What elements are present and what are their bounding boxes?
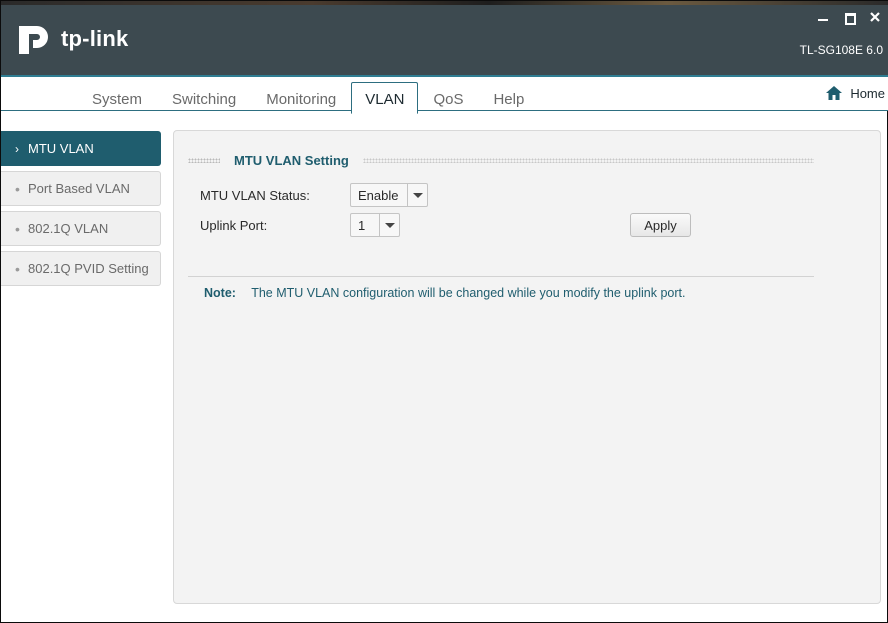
sidebar-item-label: Port Based VLAN bbox=[28, 181, 130, 196]
tab-vlan[interactable]: VLAN bbox=[351, 82, 419, 114]
chevron-right-icon: › bbox=[15, 141, 19, 156]
tab-switching[interactable]: Switching bbox=[157, 82, 251, 113]
chevron-down-icon[interactable] bbox=[379, 214, 399, 236]
sidebar-item-8021q-pvid-setting[interactable]: • 802.1Q PVID Setting bbox=[1, 251, 161, 286]
select-value: 1 bbox=[358, 217, 366, 233]
side-nav: › MTU VLAN • Port Based VLAN • 802.1Q VL… bbox=[1, 131, 161, 291]
main-tabs: System Switching Monitoring VLAN QoS Hel… bbox=[77, 82, 539, 114]
dotted-rule bbox=[188, 157, 220, 163]
sidebar-item-label: 802.1Q VLAN bbox=[28, 221, 109, 236]
note: Note: The MTU VLAN configuration will be… bbox=[204, 286, 685, 300]
sidebar-item-port-based-vlan[interactable]: • Port Based VLAN bbox=[1, 171, 161, 206]
window-controls bbox=[817, 11, 881, 25]
maximize-icon[interactable] bbox=[843, 11, 856, 25]
sidebar-item-8021q-vlan[interactable]: • 802.1Q VLAN bbox=[1, 211, 161, 246]
bullet-icon: • bbox=[15, 180, 20, 197]
mtu-vlan-status-label: MTU VLAN Status: bbox=[200, 188, 310, 203]
select-value: Enable bbox=[358, 187, 399, 203]
mtu-vlan-status-select[interactable]: Enable bbox=[350, 183, 428, 207]
main-menu-bar: System Switching Monitoring VLAN QoS Hel… bbox=[1, 75, 888, 114]
tab-system[interactable]: System bbox=[77, 82, 157, 113]
home-icon bbox=[826, 86, 843, 100]
app-window: tp-link TL-SG108E 6.0 System Switching M… bbox=[0, 0, 888, 623]
section-title: MTU VLAN Setting bbox=[234, 152, 349, 168]
close-icon[interactable] bbox=[869, 11, 881, 23]
tab-help[interactable]: Help bbox=[478, 82, 539, 113]
note-text: The MTU VLAN configuration will be chang… bbox=[251, 286, 686, 300]
home-button[interactable]: Home bbox=[825, 85, 885, 101]
brand-name: tp-link bbox=[61, 26, 129, 51]
section-header: MTU VLAN Setting bbox=[188, 152, 814, 168]
background-strip bbox=[1, 1, 888, 5]
sidebar-item-label: MTU VLAN bbox=[28, 141, 94, 156]
sidebar-item-mtu-vlan[interactable]: › MTU VLAN bbox=[1, 131, 161, 166]
apply-button[interactable]: Apply bbox=[630, 213, 691, 237]
divider bbox=[188, 276, 814, 277]
title-bar: tp-link TL-SG108E 6.0 bbox=[1, 1, 888, 75]
sidebar-item-label: 802.1Q PVID Setting bbox=[28, 261, 149, 276]
bullet-icon: • bbox=[15, 260, 20, 277]
tab-monitoring[interactable]: Monitoring bbox=[251, 82, 351, 113]
tab-qos[interactable]: QoS bbox=[418, 82, 478, 113]
content-panel: MTU VLAN Setting MTU VLAN Status: Enable… bbox=[173, 130, 881, 604]
chevron-down-icon[interactable] bbox=[407, 184, 427, 206]
note-label: Note: bbox=[204, 286, 236, 300]
uplink-port-label: Uplink Port: bbox=[200, 218, 268, 233]
tp-link-logo: tp-link bbox=[13, 17, 128, 61]
uplink-port-select[interactable]: 1 bbox=[350, 213, 400, 237]
tp-link-logo-icon bbox=[19, 26, 48, 54]
model-label: TL-SG108E 6.0 bbox=[799, 43, 883, 57]
home-label: Home bbox=[850, 85, 885, 101]
dotted-rule bbox=[362, 157, 814, 163]
minimize-icon[interactable] bbox=[817, 11, 829, 23]
bullet-icon: • bbox=[15, 220, 20, 237]
